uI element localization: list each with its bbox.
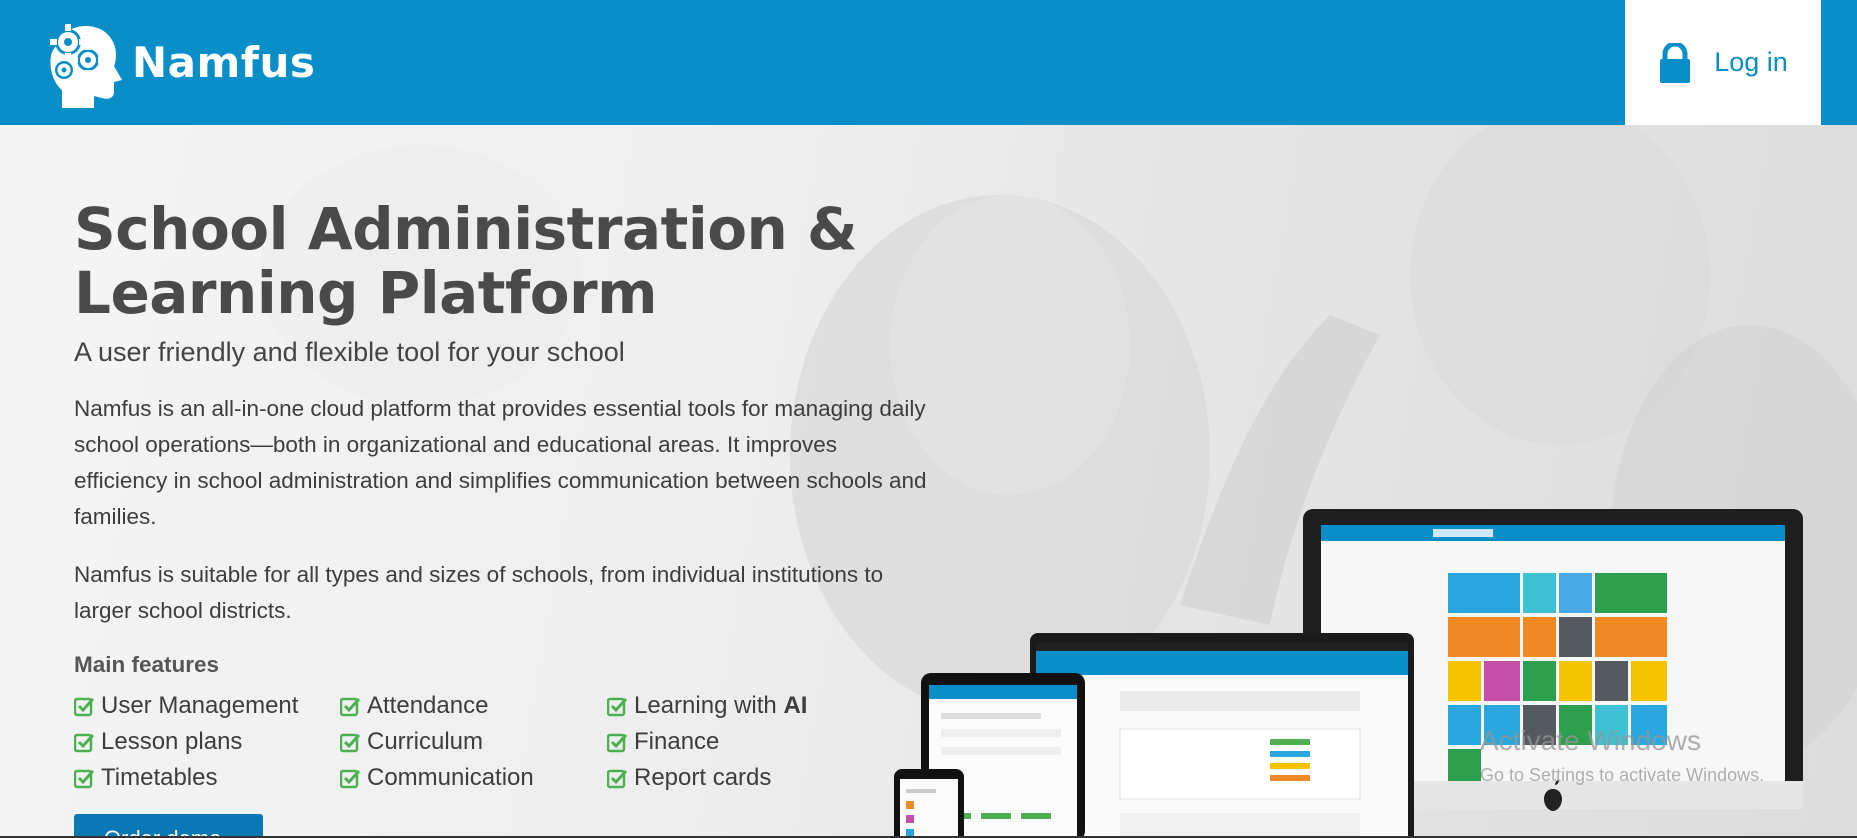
feature-label: Communication <box>367 764 534 791</box>
laptop-mockup <box>1030 633 1414 838</box>
hero-section: School Administration & Learning Platfor… <box>0 125 1857 838</box>
check-square-icon <box>340 769 361 788</box>
feature-item: Communication <box>340 760 607 796</box>
features-heading: Main features <box>74 652 220 677</box>
login-label: Log in <box>1714 47 1788 77</box>
order-demo-button[interactable]: Order demo <box>74 814 263 838</box>
phone-mockup <box>894 769 964 838</box>
watermark-title: Activate Windows <box>1480 725 1701 756</box>
intro-paragraph: Namfus is an all-in-one cloud platform t… <box>74 396 927 529</box>
feature-label: Learning with <box>634 692 777 719</box>
feature-item: Lesson plans <box>74 724 340 760</box>
brand-name: Namfus <box>132 37 316 87</box>
page-subtitle: A user friendly and flexible tool for yo… <box>74 337 625 367</box>
check-square-icon <box>607 769 628 788</box>
feature-item: Report cards <box>607 760 894 796</box>
gear-head-logo-icon <box>50 24 122 108</box>
lock-icon <box>1660 42 1691 83</box>
check-square-icon <box>607 733 628 752</box>
feature-label: Finance <box>634 728 720 755</box>
feature-item: Timetables <box>74 760 340 796</box>
check-square-icon <box>340 697 361 716</box>
feature-label: Lesson plans <box>101 728 243 755</box>
check-square-icon <box>74 733 95 752</box>
brand-logo[interactable]: Namfus <box>44 16 315 108</box>
feature-item: Finance <box>607 724 894 760</box>
feature-ai-label: AI <box>783 692 808 719</box>
feature-label: Attendance <box>367 692 489 719</box>
check-square-icon <box>74 697 95 716</box>
check-square-icon <box>340 733 361 752</box>
page-title: School Administration & Learning Platfor… <box>74 195 858 327</box>
suitability-paragraph: Namfus is suitable for all types and siz… <box>74 562 884 623</box>
windows-activation-watermark: Activate Windows Go to Settings to activ… <box>1480 725 1764 786</box>
check-square-icon <box>74 769 95 788</box>
feature-label: Curriculum <box>367 728 484 755</box>
feature-item: Learning with AI <box>607 688 894 724</box>
top-bar: Namfus Log in <box>0 0 1857 125</box>
feature-label: User Management <box>101 692 299 719</box>
feature-item: Attendance <box>340 688 607 724</box>
features-list: User Management Attendance Learning with… <box>74 688 894 796</box>
feature-item: User Management <box>74 688 340 724</box>
feature-label: Timetables <box>101 764 218 791</box>
feature-label: Report cards <box>634 764 772 791</box>
check-square-icon <box>607 697 628 716</box>
login-button[interactable]: Log in <box>1625 0 1821 125</box>
watermark-subtitle: Go to Settings to activate Windows. <box>1480 765 1765 785</box>
feature-item: Curriculum <box>340 724 607 760</box>
